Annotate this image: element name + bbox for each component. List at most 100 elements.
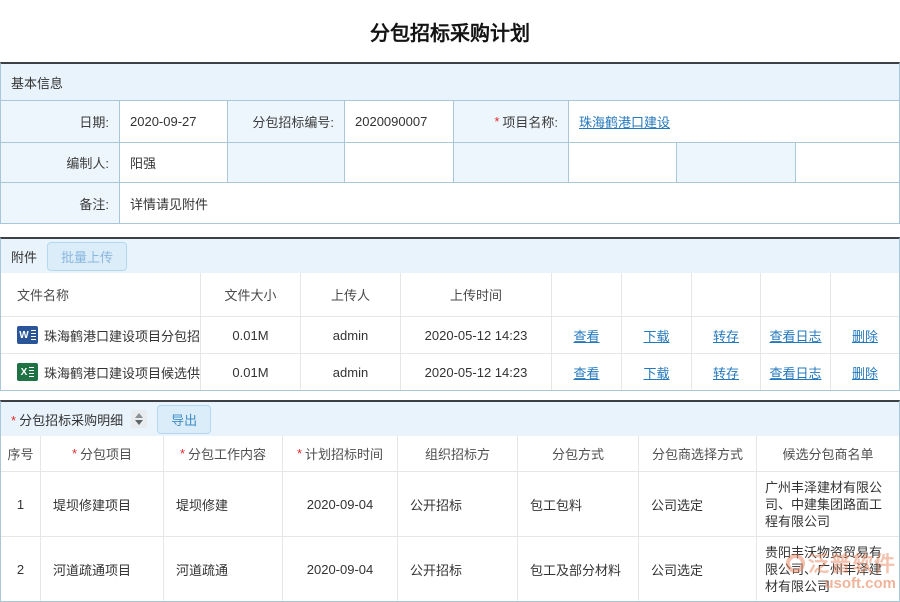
- action-cell: 查看日志: [761, 317, 831, 353]
- remark-label: 备注:: [1, 183, 120, 223]
- action-cell: 下载: [622, 317, 692, 353]
- col-label: 候选分包商名单: [782, 444, 873, 463]
- action-cell: 删除: [831, 317, 899, 353]
- col-method: 分包方式: [518, 436, 639, 471]
- file-size: 0.01M: [201, 317, 301, 353]
- attachment-row: X 珠海鹤港口建设项目候选供 0.01M admin 2020-05-12 14…: [1, 353, 899, 390]
- empty-cell: [569, 143, 677, 182]
- col-label: 计划招标时间: [305, 444, 383, 463]
- delete-link[interactable]: 删除: [852, 326, 878, 345]
- transfer-link[interactable]: 转存: [713, 326, 739, 345]
- col-action-empty: [831, 273, 899, 316]
- sort-down-arrow-icon: [135, 420, 143, 425]
- col-file-name: 文件名称: [1, 273, 201, 316]
- sort-up-arrow-icon: [135, 413, 143, 418]
- file-icon-letter: W: [19, 330, 28, 341]
- col-label: 组织招标方: [425, 444, 490, 463]
- col-label: 分包项目: [80, 444, 132, 463]
- delete-link[interactable]: 删除: [852, 363, 878, 382]
- attachment-row: W 珠海鹤港口建设项目分包招 0.01M admin 2020-05-12 14…: [1, 316, 899, 353]
- bid-no-label: 分包招标编号:: [228, 101, 345, 142]
- basic-info-row-2: 编制人: 阳强: [1, 142, 899, 182]
- detail-row: 2 河道疏通项目 河道疏通 2020-09-04 公开招标 包工及部分材料 公司…: [1, 536, 899, 601]
- export-button[interactable]: 导出: [157, 405, 211, 434]
- basic-info-row-3: 备注: 详情请见附件: [1, 182, 899, 223]
- col-selection: 分包商选择方式: [639, 436, 757, 471]
- required-asterisk: *: [180, 446, 185, 461]
- col-label: 序号: [7, 444, 33, 463]
- editor-label: 编制人:: [1, 143, 120, 182]
- attachments-table: 文件名称 文件大小 上传人 上传时间 W 珠海鹤港口建设项目分包招 0.01M …: [1, 273, 899, 390]
- file-upload-time: 2020-05-12 14:23: [401, 317, 552, 353]
- col-candidates: 候选分包商名单: [757, 436, 899, 471]
- action-cell: 查看: [552, 317, 622, 353]
- project-name-link[interactable]: 珠海鹤港口建设: [579, 112, 670, 131]
- action-cell: 删除: [831, 354, 899, 390]
- batch-upload-button[interactable]: 批量上传: [47, 242, 127, 271]
- col-label: 分包工作内容: [188, 444, 266, 463]
- action-cell: 转存: [692, 317, 761, 353]
- file-upload-time: 2020-05-12 14:23: [401, 354, 552, 390]
- file-name-cell: X 珠海鹤港口建设项目候选供: [1, 354, 201, 390]
- detail-section: *分包招标采购明细 导出 序号 *分包项目 *分包工作内容 *计划招标时间 组织…: [0, 400, 900, 602]
- organizer-value: 公开招标: [398, 537, 518, 601]
- download-link[interactable]: 下载: [643, 363, 669, 382]
- view-link[interactable]: 查看: [573, 326, 599, 345]
- transfer-link[interactable]: 转存: [713, 363, 739, 382]
- selection-value: 公司选定: [639, 472, 757, 536]
- detail-title-wrap: *分包招标采购明细: [11, 410, 123, 429]
- basic-info-row-1: 日期: 2020-09-27 分包招标编号: 2020090007 * 项目名称…: [1, 100, 899, 142]
- project-value: 堤坝修建项目: [41, 472, 164, 536]
- content-value: 堤坝修建: [164, 472, 283, 536]
- bid-no-value: 2020090007: [345, 101, 454, 142]
- page-title: 分包招标采购计划: [0, 0, 900, 62]
- file-name: 珠海鹤港口建设项目候选供: [44, 363, 200, 382]
- file-name: 珠海鹤港口建设项目分包招: [44, 326, 200, 345]
- col-label: 分包方式: [552, 444, 604, 463]
- file-size: 0.01M: [201, 354, 301, 390]
- col-uploader: 上传人: [301, 273, 401, 316]
- view-log-link[interactable]: 查看日志: [769, 363, 821, 382]
- editor-value: 阳强: [120, 143, 228, 182]
- seq-value: 2: [1, 537, 41, 601]
- method-value: 包工及部分材料: [518, 537, 639, 601]
- content-value: 河道疏通: [164, 537, 283, 601]
- file-icon-lines: [31, 330, 36, 340]
- col-seq: 序号: [1, 436, 41, 471]
- view-log-link[interactable]: 查看日志: [769, 326, 821, 345]
- required-asterisk: *: [72, 446, 77, 461]
- col-planned-bid-time: *计划招标时间: [283, 436, 398, 471]
- detail-row: 1 堤坝修建项目 堤坝修建 2020-09-04 公开招标 包工包料 公司选定 …: [1, 471, 899, 536]
- method-value: 包工包料: [518, 472, 639, 536]
- empty-cell: [228, 143, 345, 182]
- bid-time-value: 2020-09-04: [283, 472, 398, 536]
- empty-cell: [677, 143, 796, 182]
- view-link[interactable]: 查看: [573, 363, 599, 382]
- empty-cell: [796, 143, 899, 182]
- date-value: 2020-09-27: [120, 101, 228, 142]
- sort-icon[interactable]: [131, 410, 147, 428]
- col-action-empty: [552, 273, 622, 316]
- seq-value: 1: [1, 472, 41, 536]
- attachments-table-header: 文件名称 文件大小 上传人 上传时间: [1, 273, 899, 316]
- project-name-label: * 项目名称:: [454, 101, 569, 142]
- basic-info-title: 基本信息: [11, 73, 63, 92]
- col-label: 分包商选择方式: [652, 444, 743, 463]
- excel-file-icon: X: [17, 363, 38, 381]
- basic-info-section: 基本信息 日期: 2020-09-27 分包招标编号: 2020090007 *…: [0, 62, 900, 224]
- col-organizer: 组织招标方: [398, 436, 518, 471]
- action-cell: 查看: [552, 354, 622, 390]
- file-icon-letter: X: [21, 367, 28, 378]
- download-link[interactable]: 下载: [643, 326, 669, 345]
- action-cell: 转存: [692, 354, 761, 390]
- empty-cell: [345, 143, 454, 182]
- col-action-empty: [622, 273, 692, 316]
- col-work-content: *分包工作内容: [164, 436, 283, 471]
- detail-table-header: 序号 *分包项目 *分包工作内容 *计划招标时间 组织招标方 分包方式 分包商选…: [1, 436, 899, 471]
- col-subcontract-project: *分包项目: [41, 436, 164, 471]
- action-cell: 查看日志: [761, 354, 831, 390]
- required-asterisk: *: [11, 413, 16, 428]
- detail-table: 序号 *分包项目 *分包工作内容 *计划招标时间 组织招标方 分包方式 分包商选…: [1, 436, 899, 601]
- file-uploader: admin: [301, 317, 401, 353]
- col-file-size: 文件大小: [201, 273, 301, 316]
